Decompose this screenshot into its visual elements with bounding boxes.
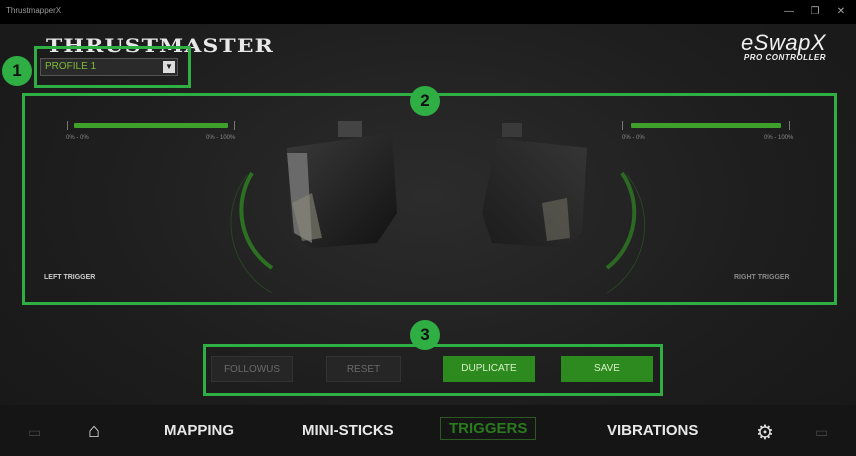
nav-triggers[interactable]: TRIGGERS [440, 417, 537, 440]
nav-mapping[interactable]: MAPPING [164, 422, 234, 439]
nav-mini-sticks[interactable]: MINI-STICKS [302, 422, 394, 439]
close-button[interactable]: ✕ [830, 3, 852, 21]
product-logo: eSwapX PRO CONTROLLER [741, 30, 826, 62]
maximize-button[interactable]: ❐ [804, 3, 826, 21]
nav-vibrations[interactable]: VIBRATIONS [607, 422, 698, 439]
callout-box-3 [203, 344, 663, 396]
gamepad-right-icon[interactable]: ▭ [815, 424, 828, 441]
window-controls: — ❐ ✕ [778, 3, 852, 21]
callout-badge-1: 1 [2, 56, 32, 86]
product-subtitle: PRO CONTROLLER [743, 53, 826, 62]
window-title: ThrustmapperX [6, 6, 62, 15]
minimize-button[interactable]: — [778, 3, 800, 21]
gear-icon[interactable]: ⚙ [756, 420, 774, 445]
callout-badge-3: 3 [410, 320, 440, 350]
bottom-nav: ▭ ⌂ MAPPING MINI-STICKS TRIGGERS VIBRATI… [0, 405, 856, 456]
callout-box-1 [34, 46, 191, 88]
window-titlebar: ThrustmapperX — ❐ ✕ [0, 0, 856, 24]
callout-box-2 [22, 93, 837, 305]
gamepad-left-icon[interactable]: ▭ [28, 424, 41, 441]
home-icon[interactable]: ⌂ [88, 420, 100, 443]
callout-badge-2: 2 [410, 86, 440, 116]
